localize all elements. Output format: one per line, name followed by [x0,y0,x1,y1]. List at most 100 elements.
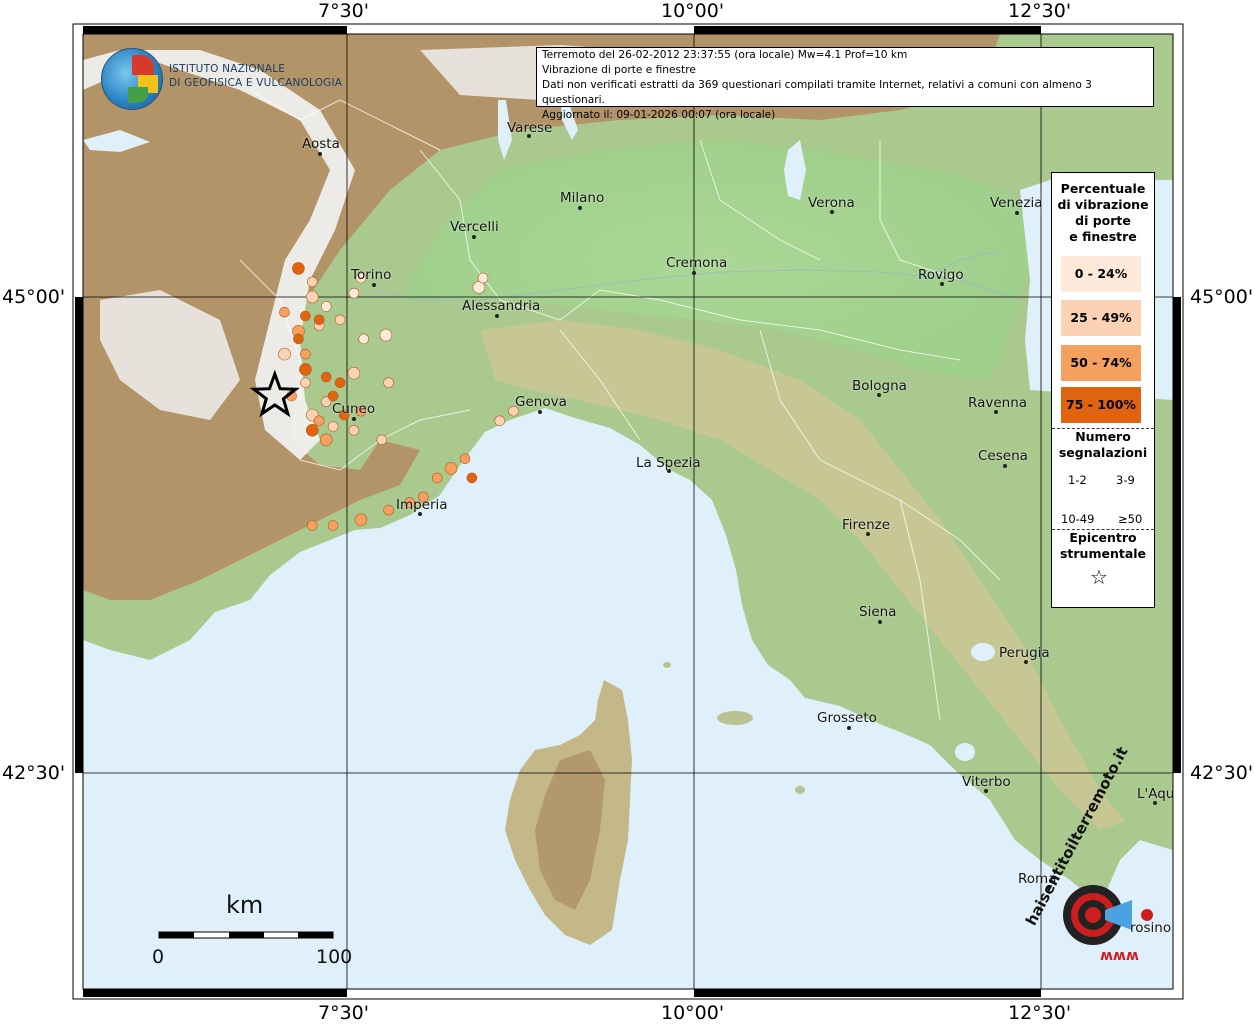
felt-report-point[interactable] [278,347,291,361]
elba-island [717,711,753,725]
felt-report-point[interactable] [300,310,311,322]
city-label-laquila: L'Aqu [1137,786,1175,802]
felt-report-point[interactable] [477,272,489,284]
city-label-rovigo: Rovigo [918,267,964,283]
city-label-cremona: Cremona [666,255,728,271]
city-label-siena: Siena [859,604,897,620]
felt-report-point[interactable] [334,314,346,326]
city-label-grosseto: Grosseto [817,710,877,726]
felt-report-point[interactable] [300,348,311,360]
legend-count-3: ≥50 [1118,512,1143,526]
lake-trasimeno [971,643,995,661]
city-label-cuneo: Cuneo [332,401,376,417]
legend-title-line4: e finestre [1069,229,1137,244]
city-label-alessandria: Alessandria [462,298,541,314]
watermark-url: www [1100,948,1139,964]
felt-report-point[interactable] [431,472,443,484]
legend-class-3: 75 - 100% [1061,387,1141,423]
felt-report-point[interactable] [292,262,305,275]
felt-report-point[interactable] [319,433,333,447]
coord-left-0: 45°00' [2,286,66,308]
felt-report-point[interactable] [466,472,478,484]
legend-count-0: 1-2 [1068,473,1087,487]
legend-title-line2: di vibrazione [1057,197,1149,212]
city-label-bologna: Bologna [852,378,907,394]
felt-report-point[interactable] [379,328,393,342]
city-label-aosta: Aosta [302,136,340,152]
event-info-line1: Terremoto del 26-02-2012 23:37:55 (ora l… [542,49,908,61]
legend-count-2: 10-49 [1061,512,1095,526]
felt-report-point[interactable] [300,377,311,389]
felt-report-point[interactable] [293,333,304,345]
city-label-cesena: Cesena [978,448,1028,464]
felt-report-point[interactable] [354,513,368,527]
legend-star-icon: ☆ [1090,565,1108,589]
city-label-perugia: Perugia [999,645,1050,661]
felt-report-point[interactable] [313,415,325,427]
city-label-vercelli: Vercelli [450,219,499,235]
felt-report-point[interactable] [494,415,506,427]
ingv-logo [101,48,163,110]
felt-report-point[interactable] [327,520,339,531]
ingv-name-line1: ISTITUTO NAZIONALE [169,63,286,75]
city-label-firenze: Firenze [842,517,891,533]
felt-report-point[interactable] [327,390,339,402]
city-label-ravenna: Ravenna [968,395,1028,411]
felt-report-point[interactable] [358,333,370,345]
city-label-milano: Milano [560,190,605,206]
coord-bottom-0: 7°30' [318,1002,369,1024]
felt-report-point[interactable] [347,366,361,380]
coord-left-1: 42°30' [2,762,66,784]
felt-report-point[interactable] [327,421,339,432]
felt-report-point[interactable] [459,453,471,465]
felt-report-point[interactable] [306,520,318,531]
felt-report-point[interactable] [313,314,325,326]
legend-count-title2: segnalazioni [1058,445,1148,460]
event-info-line2: Vibrazione di porte e finestre [542,64,696,76]
legend-class-0: 0 - 24% [1061,256,1141,292]
legend-class-2: 50 - 74% [1061,345,1141,381]
city-label-frosinone: rosino [1130,920,1172,936]
felt-report-point[interactable] [444,462,458,475]
scale-bar [158,931,334,939]
felt-report-point[interactable] [334,377,346,389]
felt-report-point[interactable] [348,287,360,299]
felt-report-point[interactable] [376,434,388,446]
felt-report-point[interactable] [306,276,318,288]
city-label-viterbo: Viterbo [962,774,1011,790]
legend-title-line1: Percentuale [1060,181,1146,196]
ingv-name-line2: DI GEOFISICA E VULCANOLOGIA [169,77,343,89]
felt-report-point[interactable] [279,306,290,318]
city-label-torino: Torino [351,267,392,283]
city-label-venezia: Venezia [990,195,1043,211]
felt-report-point[interactable] [320,371,332,383]
event-info-box: Terremoto del 26-02-2012 23:37:55 (ora l… [536,47,1154,121]
coord-top-0: 7°30' [318,0,369,22]
coord-right-0: 45°00' [1190,286,1254,308]
legend-epicenter-title2: strumentale [1059,546,1147,561]
coord-bottom-2: 12°30' [1008,1002,1072,1024]
event-info-line3: Dati non verificati estratti da 369 ques… [542,79,1092,106]
felt-report-point[interactable] [305,423,319,437]
city-label-imperia: Imperia [396,497,448,513]
scalebar-unit: km [226,891,264,919]
felt-report-point[interactable] [299,363,312,376]
city-label-verona: Verona [808,195,855,211]
felt-report-point[interactable] [383,504,394,516]
felt-report-point[interactable] [348,424,360,436]
felt-report-point[interactable] [472,281,486,294]
felt-report-point[interactable] [305,290,319,304]
felt-report-point[interactable] [383,377,394,389]
coord-right-1: 42°30' [1190,762,1254,784]
scalebar-max: 100 [316,946,353,968]
lake-bolsena [955,743,975,761]
event-info-line4: Aggiornato il: 09-01-2026 00:07 (ora loc… [542,109,776,121]
legend-epicenter-title1: Epicentro [1069,530,1137,545]
giglio-island [795,786,805,794]
felt-report-point[interactable] [320,301,332,312]
coord-top-1: 10°00' [661,0,725,22]
legend-count-1: 3-9 [1116,473,1135,487]
map-canvas: ISTITUTO NAZIONALE DI GEOFISICA E VULCAN… [0,0,1255,1024]
coord-bottom-1: 10°00' [661,1002,725,1024]
legend-title-line3: di porte [1075,213,1131,228]
